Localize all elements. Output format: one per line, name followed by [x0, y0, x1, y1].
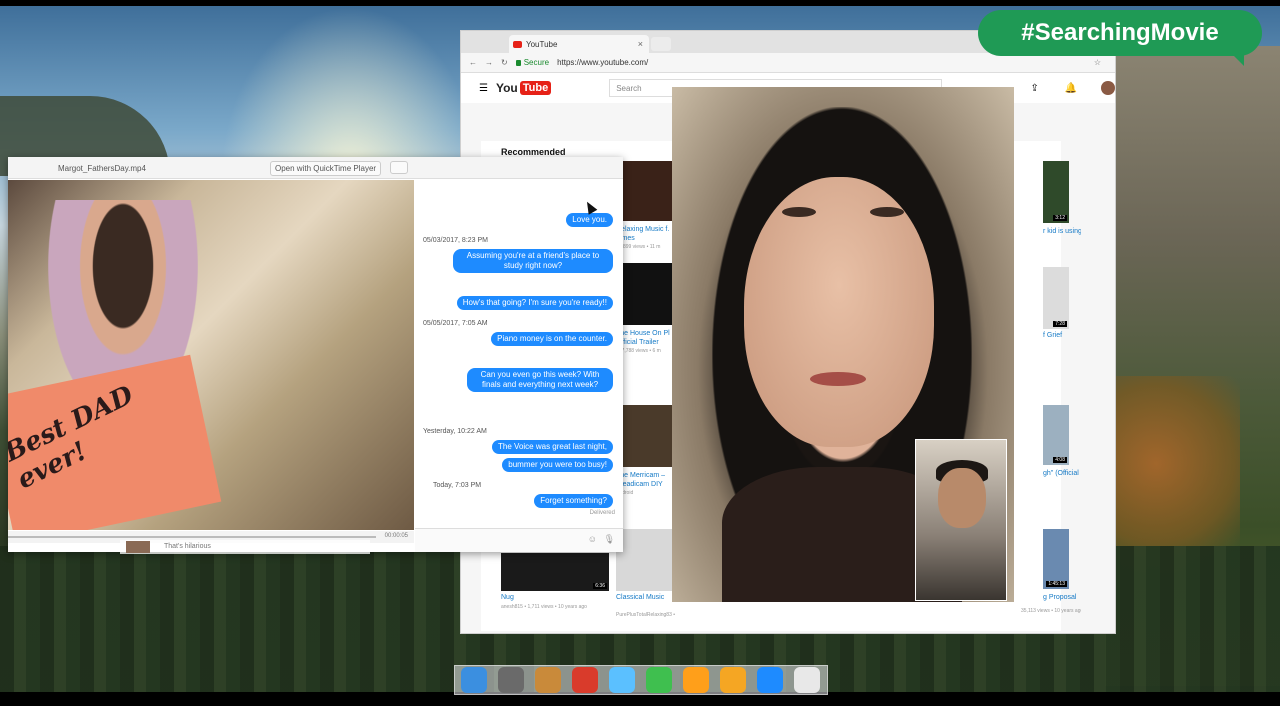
lock-icon: [515, 59, 521, 66]
messages-conversation: Love you. 05/03/2017, 8:23 PM Assuming y…: [415, 180, 623, 552]
chat-snippet: That's hilarious: [164, 543, 211, 550]
calendar-icon[interactable]: [720, 667, 746, 693]
message-bubble: Assuming you're at a friend's place to s…: [453, 249, 613, 273]
video-subject-face: [744, 177, 934, 447]
upload-icon[interactable]: ⇪: [1030, 83, 1038, 94]
open-with-quicktime-button[interactable]: Open with QuickTime Player: [270, 161, 382, 176]
emoji-icon[interactable]: ☺: [588, 534, 597, 544]
video-title[interactable]: r kid is using: [1043, 227, 1081, 236]
video-meta: PurePlusTotalRelaxing83 • 40,237 views •…: [616, 612, 676, 618]
quicktime-filename: Margot_FathersDay.mp4: [58, 164, 146, 173]
delivered-status: Delivered: [589, 510, 615, 516]
video-meta: 35,113 views • 10 years ago: [1021, 608, 1081, 614]
new-tab-button[interactable]: [651, 37, 671, 51]
video-thumbnail[interactable]: 4:08: [1043, 405, 1069, 465]
video-thumbnail[interactable]: [616, 405, 672, 467]
share-icon[interactable]: [390, 161, 408, 174]
playback-timecode: 00:00:05: [384, 533, 408, 539]
video-thumbnail[interactable]: 3:12: [1043, 161, 1069, 223]
app-store-icon[interactable]: [757, 667, 783, 693]
message-bubble: How's that going? I'm sure you're ready!…: [456, 296, 613, 310]
close-tab-icon[interactable]: ×: [638, 39, 643, 49]
bookmark-star-icon[interactable]: ☆: [1094, 58, 1101, 67]
video-duration: 7:28: [1053, 321, 1067, 327]
messages-icon[interactable]: [609, 667, 635, 693]
video-thumbnail[interactable]: [616, 161, 672, 221]
mouth: [810, 372, 866, 386]
chrome-icon[interactable]: [572, 667, 598, 693]
message-bubble: Forget something?: [534, 494, 613, 508]
tab-youtube[interactable]: YouTube ×: [509, 35, 649, 53]
reload-icon[interactable]: ↻: [501, 58, 508, 67]
playback-progress[interactable]: [8, 536, 376, 538]
youtube-favicon-icon: [513, 40, 522, 48]
trash-icon[interactable]: [794, 667, 820, 693]
eye-right: [870, 207, 904, 217]
facetime-self-view[interactable]: [915, 439, 1007, 601]
video-thumbnail[interactable]: 7:28: [1043, 267, 1069, 329]
sky-rays: [220, 6, 480, 176]
notifications-bell-icon[interactable]: 🔔: [1065, 83, 1077, 94]
video-title[interactable]: g Proposal: [1043, 593, 1081, 602]
message-timestamp: 05/05/2017, 7:05 AM: [423, 320, 488, 327]
message-bubble: bummer you were too busy!: [502, 458, 613, 472]
video-duration: 6:36: [593, 583, 607, 589]
menu-icon[interactable]: ☰: [479, 83, 488, 94]
tab-title: YouTube: [526, 39, 558, 49]
message-bubble: Can you even go this week? With finals a…: [467, 368, 613, 392]
video-duration: 3:12: [1053, 215, 1067, 221]
back-arrow-icon[interactable]: ←: [469, 58, 477, 67]
secure-label: Secure: [523, 58, 550, 67]
background-chat-row: That's hilarious: [120, 540, 370, 554]
video-title[interactable]: gh" (Official: [1043, 469, 1081, 478]
microphone-icon[interactable]: 🎙: [604, 534, 615, 545]
logo-you: You: [495, 81, 518, 95]
message-bubble: Piano money is on the counter.: [491, 332, 613, 346]
eye-left: [782, 207, 816, 217]
message-timestamp: Today, 7:03 PM: [433, 482, 482, 489]
video-thumbnail[interactable]: 1:45:13: [1043, 529, 1069, 589]
address-bar[interactable]: ← → ↻ Secure https://www.youtube.com/ ☆: [461, 53, 1115, 73]
video-thumbnail[interactable]: [616, 529, 672, 591]
recommended-heading: Recommended: [501, 147, 566, 157]
handmade-card: Best DAD ever!: [8, 354, 222, 530]
url-text[interactable]: https://www.youtube.com/: [557, 58, 648, 67]
user-avatar[interactable]: [1101, 81, 1115, 95]
message-timestamp: Yesterday, 10:22 AM: [423, 428, 487, 435]
logo-tube: Tube: [519, 81, 552, 95]
youtube-logo[interactable]: You Tube: [495, 81, 552, 95]
message-input-bar[interactable]: ☺ 🎙: [415, 528, 623, 552]
video-player[interactable]: Best DAD ever!: [8, 180, 414, 530]
finder-icon[interactable]: [461, 667, 487, 693]
video-meta: anesh815 • 1,711 views • 10 years ago: [501, 604, 587, 610]
video-title[interactable]: f Grief: [1043, 331, 1081, 340]
message-timestamp: 05/03/2017, 8:23 PM: [423, 237, 488, 244]
quicktime-titlebar: Margot_FathersDay.mp4 Open with QuickTim…: [8, 157, 623, 179]
dock: [454, 665, 828, 695]
system-preferences-icon[interactable]: [498, 667, 524, 693]
avatar: [126, 541, 150, 553]
card-text: Best DAD ever!: [8, 380, 139, 496]
self-view-face: [938, 468, 986, 528]
quicktime-window: Margot_FathersDay.mp4 Open with QuickTim…: [8, 157, 623, 552]
photos-icon[interactable]: [683, 667, 709, 693]
video-thumbnail[interactable]: [616, 263, 672, 325]
video-thumbnail[interactable]: 6:36: [501, 553, 609, 591]
video-duration: 4:08: [1053, 457, 1067, 463]
video-title[interactable]: Nug: [501, 593, 571, 602]
message-bubble: The Voice was great last night,: [492, 440, 613, 454]
message-bubble: Love you.: [566, 213, 613, 227]
movie-hashtag-badge: #SearchingMovie: [978, 10, 1262, 66]
notes-icon[interactable]: [535, 667, 561, 693]
video-duration: 1:45:13: [1046, 581, 1067, 587]
secure-indicator: Secure: [515, 58, 550, 67]
facetime-icon[interactable]: [646, 667, 672, 693]
forward-arrow-icon[interactable]: →: [485, 58, 493, 67]
